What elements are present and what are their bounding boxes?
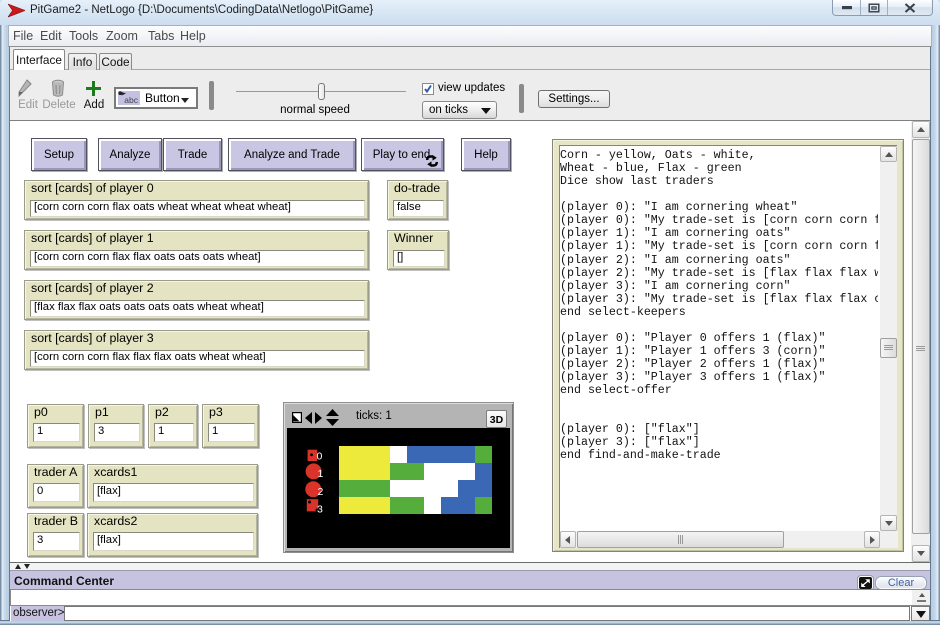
svg-text:3: 3 bbox=[317, 504, 323, 516]
svg-text:1: 1 bbox=[318, 468, 324, 480]
svg-text:0: 0 bbox=[317, 451, 323, 463]
svg-text:2: 2 bbox=[318, 486, 324, 498]
